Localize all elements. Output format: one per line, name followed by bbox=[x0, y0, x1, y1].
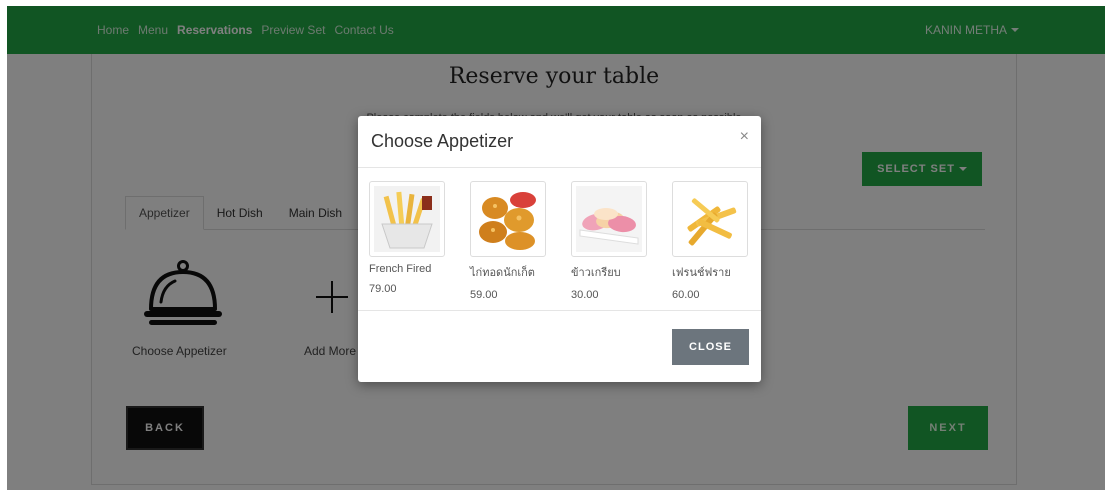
appetizer-item[interactable]: French Fired 79.00 bbox=[369, 181, 470, 301]
item-name: ไก่ทอดนักเก็ต bbox=[470, 267, 535, 279]
french-fries-icon[interactable] bbox=[369, 181, 445, 257]
item-price: 60.00 bbox=[672, 289, 700, 301]
chicken-nuggets-icon[interactable] bbox=[470, 181, 546, 257]
app-frame: Home Menu Reservations Preview Set Conta… bbox=[7, 6, 1105, 490]
appetizer-item[interactable]: ไก่ทอดนักเก็ต 59.00 bbox=[470, 181, 571, 301]
fries-icon[interactable] bbox=[672, 181, 748, 257]
appetizer-item[interactable]: ข้าวเกรียบ 30.00 bbox=[571, 181, 672, 301]
close-button[interactable]: CLOSE bbox=[672, 329, 749, 365]
item-price: 30.00 bbox=[571, 289, 599, 301]
modal-title: Choose Appetizer bbox=[371, 131, 514, 151]
item-name: French Fired bbox=[369, 263, 432, 275]
choose-appetizer-modal: Choose Appetizer × French Fired 79.00 ไก… bbox=[358, 116, 761, 382]
appetizer-item[interactable]: เฟรนช์ฟราย 60.00 bbox=[672, 181, 773, 301]
item-price: 79.00 bbox=[369, 283, 397, 295]
item-name: ข้าวเกรียบ bbox=[571, 267, 621, 279]
modal-header: Choose Appetizer × bbox=[358, 116, 761, 168]
modal-footer: CLOSE bbox=[358, 310, 761, 383]
item-price: 59.00 bbox=[470, 289, 498, 301]
item-name: เฟรนช์ฟราย bbox=[672, 267, 731, 279]
rice-cracker-icon[interactable] bbox=[571, 181, 647, 257]
close-icon[interactable]: × bbox=[740, 128, 749, 146]
appetizer-list: French Fired 79.00 ไก่ทอดนักเก็ต 59.00 ข… bbox=[369, 181, 773, 301]
